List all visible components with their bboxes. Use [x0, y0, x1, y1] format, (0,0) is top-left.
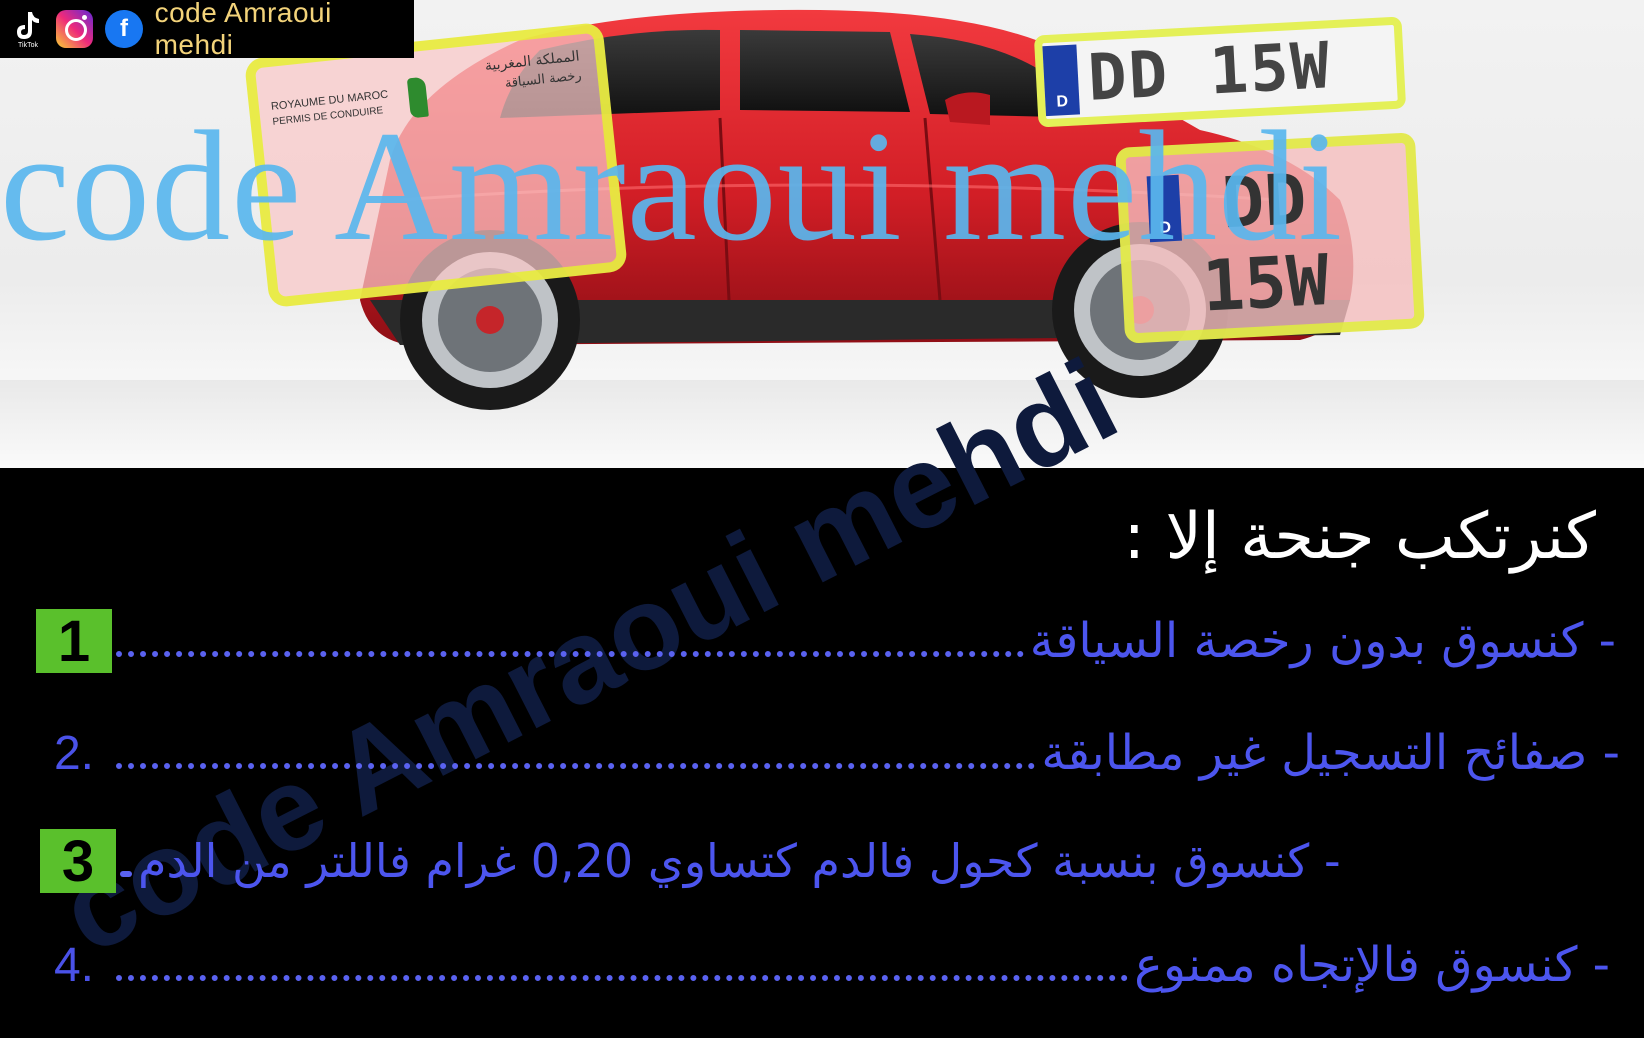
dotted-leader	[116, 975, 1129, 981]
social-bar: TikTok f code Amraoui mehdi	[0, 0, 414, 60]
answer-text: - صفائح التسجيل غير مطابقة	[1041, 725, 1620, 781]
question-text: كنرتكب جنحة إلا :	[1123, 500, 1596, 574]
answer-option-3[interactable]: 3 - كنسوق بنسبة كحول فالدم كتساوي 0,20 غ…	[40, 828, 1614, 894]
answer-option-4[interactable]: 4. - كنسوق فالإتجاه ممنوع	[36, 932, 1610, 998]
answer-option-2[interactable]: 2. - صفائح التسجيل غير مطابقة	[36, 720, 1620, 786]
dotted-leader	[116, 763, 1036, 769]
answer-text: - كنسوق بنسبة كحول فالدم كتساوي 0,20 غرا…	[138, 834, 1341, 888]
answer-number: 4.	[53, 938, 95, 992]
answer-number-highlighted: 1	[36, 609, 112, 674]
dotted-leader	[120, 871, 132, 877]
social-handle: code Amraoui mehdi	[154, 0, 332, 60]
tiktok-label: TikTok	[18, 42, 38, 49]
answer-text: - كنسوق فالإتجاه ممنوع	[1134, 937, 1610, 993]
instagram-icon	[56, 10, 94, 48]
facebook-icon: f	[105, 10, 143, 48]
answer-number-highlighted: 3	[40, 829, 116, 894]
answer-number: 2.	[53, 726, 95, 780]
car-illustration: ROYAUME DU MAROC PERMIS DE CONDUIRE المم…	[0, 0, 1644, 468]
watermark-text: code Amraoui mehdi	[0, 99, 1344, 274]
answer-option-1[interactable]: 1 - كنسوق بدون رخصة السياقة	[36, 608, 1616, 674]
dotted-leader	[116, 651, 1024, 657]
answer-text: - كنسوق بدون رخصة السياقة	[1029, 613, 1616, 669]
tiktok-icon: TikTok	[12, 9, 44, 49]
license-subtitle-ar: رخصة السياقة	[504, 68, 583, 92]
